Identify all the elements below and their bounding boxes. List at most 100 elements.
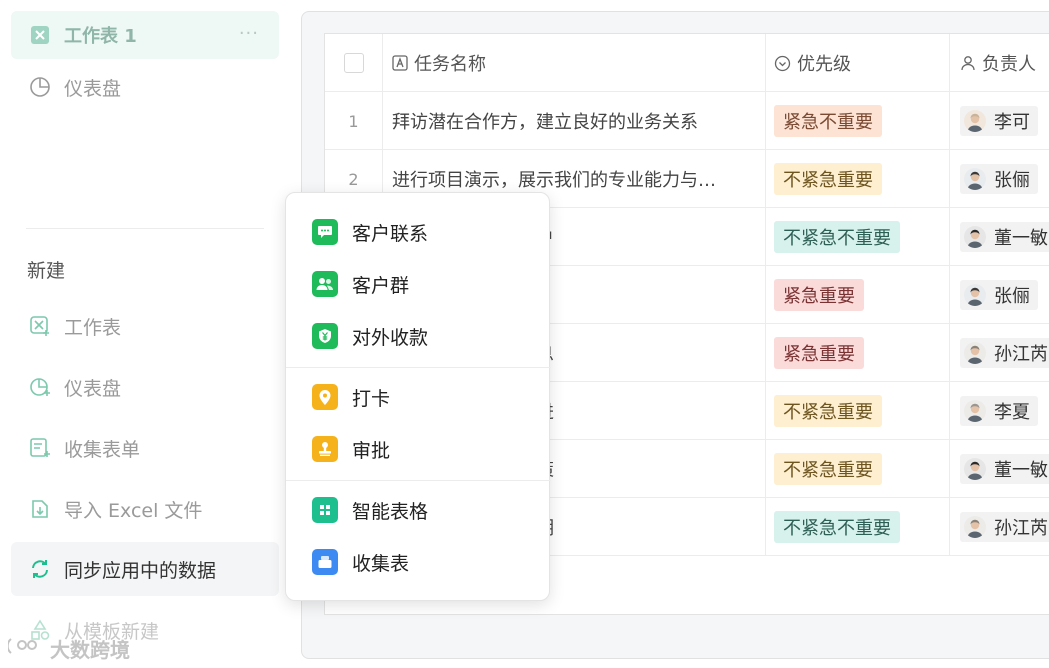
import-icon xyxy=(28,497,52,521)
owner-cell[interactable]: 张俪 xyxy=(950,266,1049,324)
menu-separator xyxy=(286,480,551,481)
owner-name: 董一敏 xyxy=(994,460,1048,481)
menu-separator xyxy=(286,367,551,368)
menu-item-label: 客户群 xyxy=(352,274,410,297)
owner-cell[interactable]: 董一敏 xyxy=(950,440,1049,498)
new-section-title: 新建 xyxy=(27,260,66,282)
sidebar-item-label: 工作表 1 xyxy=(64,26,137,47)
priority-tag: 不紧急重要 xyxy=(774,163,882,195)
stamp-icon xyxy=(312,436,338,462)
owner-cell[interactable]: 张俪 xyxy=(950,150,1049,208)
owner-cell[interactable]: 李可 xyxy=(950,92,1049,150)
table-row[interactable]: 1 拜访潜在合作方，建立良好的业务关系 紧急不重要 李可 xyxy=(325,92,1049,150)
owner-chip: 李夏 xyxy=(960,396,1038,426)
table-header-row: 任务名称 优先级 负责人 xyxy=(325,34,1049,92)
menu-item-customer-group[interactable]: 客户群 xyxy=(286,259,551,309)
avatar xyxy=(964,110,986,132)
watermark-text: 大数跨境 xyxy=(50,638,130,662)
header-select-cell xyxy=(325,34,383,92)
priority-cell[interactable]: 不紧急不重要 xyxy=(766,498,950,556)
text-field-icon xyxy=(392,55,408,71)
watermark-logo-icon xyxy=(6,635,44,662)
priority-tag: 不紧急不重要 xyxy=(774,221,900,253)
avatar xyxy=(964,516,986,538)
chat-bubble-icon xyxy=(312,219,338,245)
priority-cell[interactable]: 紧急重要 xyxy=(766,266,950,324)
owner-name: 张俪 xyxy=(994,170,1030,191)
import-excel-label: 导入 Excel 文件 xyxy=(64,499,203,522)
owner-cell[interactable]: 董一敏 xyxy=(950,208,1049,266)
add-form-icon xyxy=(28,436,52,460)
owner-cell[interactable]: 孙江芮 xyxy=(950,498,1049,556)
sheet-icon xyxy=(28,23,52,47)
header-owner-label: 负责人 xyxy=(982,54,1036,75)
more-options-icon[interactable]: ··· xyxy=(239,23,259,44)
priority-cell[interactable]: 不紧急重要 xyxy=(766,150,950,208)
owner-cell[interactable]: 孙江芮 xyxy=(950,324,1049,382)
grid-icon xyxy=(312,497,338,523)
priority-cell[interactable]: 不紧急重要 xyxy=(766,440,950,498)
new-form-label: 收集表单 xyxy=(64,438,141,461)
task-name-text: 拜访潜在合作方，建立良好的业务关系 xyxy=(392,112,698,133)
owner-cell[interactable]: 李夏 xyxy=(950,382,1049,440)
add-dashboard-icon xyxy=(28,375,52,399)
header-priority-label: 优先级 xyxy=(797,54,851,75)
menu-item-label: 打卡 xyxy=(352,387,391,410)
header-priority[interactable]: 优先级 xyxy=(766,34,950,92)
avatar xyxy=(964,342,986,364)
avatar xyxy=(964,284,986,306)
menu-item-approval[interactable]: 审批 xyxy=(286,424,551,474)
tray-icon xyxy=(312,549,338,575)
menu-item-label: 智能表格 xyxy=(352,500,429,523)
import-excel-button[interactable]: 导入 Excel 文件 xyxy=(11,485,279,533)
header-owner[interactable]: 负责人 xyxy=(950,34,1049,92)
sidebar-item-dashboard[interactable]: 仪表盘 xyxy=(11,63,279,111)
select-all-checkbox[interactable] xyxy=(343,53,364,73)
priority-tag: 紧急重要 xyxy=(774,279,864,311)
owner-name: 张俪 xyxy=(994,286,1030,307)
menu-item-collect-form[interactable]: 收集表 xyxy=(286,537,551,587)
sidebar-item-sheet-1[interactable]: 工作表 1 ··· xyxy=(11,11,279,59)
row-index: 1 xyxy=(325,92,383,150)
priority-cell[interactable]: 紧急重要 xyxy=(766,324,950,382)
owner-name: 李可 xyxy=(994,112,1030,133)
task-name-cell[interactable]: 拜访潜在合作方，建立良好的业务关系 xyxy=(383,92,766,150)
owner-name: 孙江芮 xyxy=(994,344,1048,365)
owner-name: 董一敏 xyxy=(994,228,1048,249)
watermark: 大数跨境 xyxy=(6,634,130,663)
menu-item-customer-contact[interactable]: 客户联系 xyxy=(286,207,551,257)
new-form-button[interactable]: 收集表单 xyxy=(11,424,279,472)
priority-cell[interactable]: 不紧急不重要 xyxy=(766,208,950,266)
priority-tag: 不紧急不重要 xyxy=(774,511,900,543)
owner-name: 李夏 xyxy=(994,402,1030,423)
menu-item-checkin[interactable]: 打卡 xyxy=(286,372,551,422)
owner-chip: 孙江芮 xyxy=(960,512,1049,542)
header-task-name[interactable]: 任务名称 xyxy=(383,34,766,92)
priority-tag: 紧急不重要 xyxy=(774,105,882,137)
owner-chip: 李可 xyxy=(960,106,1038,136)
menu-item-smart-sheet[interactable]: 智能表格 xyxy=(286,485,551,535)
priority-cell[interactable]: 不紧急重要 xyxy=(766,382,950,440)
new-sheet-label: 工作表 xyxy=(64,316,122,339)
priority-tag: 紧急重要 xyxy=(774,337,864,369)
priority-tag: 不紧急重要 xyxy=(774,453,882,485)
priority-cell[interactable]: 紧急不重要 xyxy=(766,92,950,150)
owner-chip: 孙江芮 xyxy=(960,338,1049,368)
avatar xyxy=(964,168,986,190)
person-icon xyxy=(960,55,976,71)
location-pin-icon xyxy=(312,384,338,410)
priority-tag: 不紧急重要 xyxy=(774,395,882,427)
menu-item-external-payment[interactable]: 对外收款 xyxy=(286,311,551,361)
owner-name: 孙江芮 xyxy=(994,518,1048,539)
single-select-icon xyxy=(774,55,791,72)
people-icon xyxy=(312,271,338,297)
sidebar-item-label: 仪表盘 xyxy=(64,77,122,100)
menu-item-label: 收集表 xyxy=(352,552,410,575)
header-task-name-label: 任务名称 xyxy=(414,54,486,75)
sync-app-data-button[interactable]: 同步应用中的数据 xyxy=(11,542,279,596)
sync-app-data-label: 同步应用中的数据 xyxy=(64,559,217,582)
owner-chip: 董一敏 xyxy=(960,222,1049,252)
new-sheet-button[interactable]: 工作表 xyxy=(11,302,279,350)
new-dashboard-button[interactable]: 仪表盘 xyxy=(11,363,279,411)
avatar xyxy=(964,458,986,480)
